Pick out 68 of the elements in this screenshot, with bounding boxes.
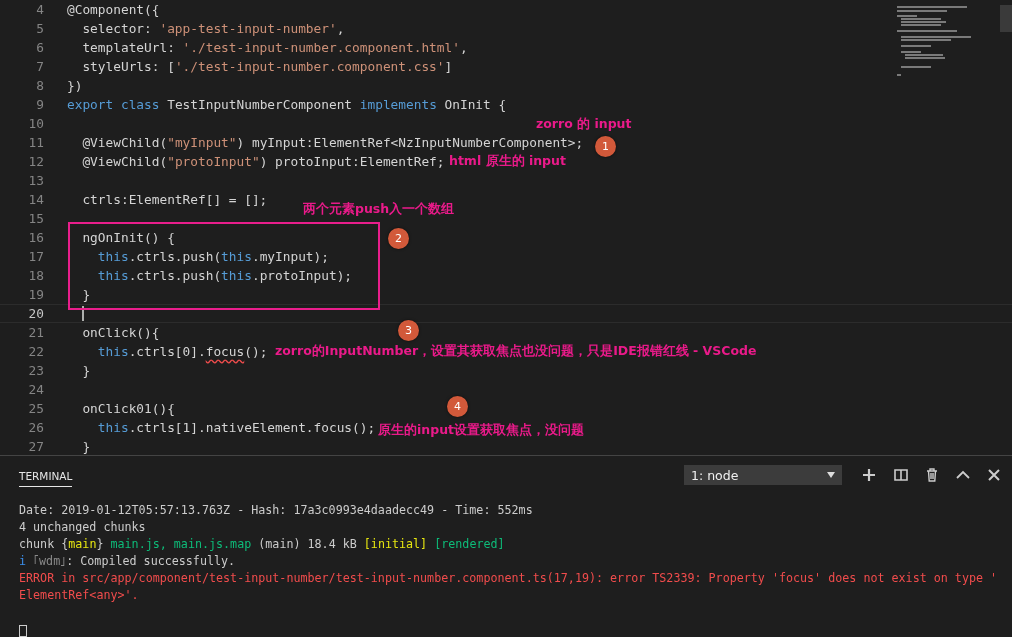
- line-number: 21: [27, 324, 45, 342]
- scrollbar-thumb[interactable]: [1000, 5, 1012, 32]
- line-number: 16: [27, 229, 45, 247]
- line-number: 17: [27, 248, 45, 266]
- line-number: 26: [27, 419, 45, 437]
- line-number: 8: [35, 77, 45, 95]
- text-cursor: [82, 306, 84, 321]
- line-number: 12: [27, 153, 45, 171]
- number-badge: 2: [388, 228, 409, 249]
- code-line: this.ctrls[0].focus();: [96, 343, 268, 361]
- annotation-text: html 原生的 input: [449, 153, 566, 170]
- line-number: 24: [27, 381, 45, 399]
- line-number: 5: [35, 20, 45, 38]
- annotation-text: zorro的InputNumber，设置其获取焦点也没问题，只是IDE报错红线 - VSCode: [275, 343, 757, 360]
- code-line: @Component({: [67, 1, 160, 19]
- line-number: 25: [27, 400, 45, 418]
- terminal-line: chunk {main} main.js, main.js.map (main) 18.4 kB [initial] [rendered]: [19, 537, 505, 551]
- split-icon[interactable]: [894, 469, 908, 481]
- code-line: @ViewChild("protoInput") protoInput:ElementRef;: [81, 153, 445, 171]
- chevron-up-icon[interactable]: [956, 470, 970, 480]
- code-line: }: [81, 286, 91, 304]
- code-line: }): [67, 77, 83, 95]
- close-icon[interactable]: [988, 469, 1000, 481]
- line-number: 14: [27, 191, 45, 209]
- terminal-line: Date: 2019-01-12T05:57:13.763Z - Hash: 17a3c0993e4daadecc49 - Time: 552ms: [19, 503, 533, 517]
- code-line: this.ctrls[1].nativeElement.focus();: [96, 419, 376, 437]
- code-line: ctrls:ElementRef[] = [];: [81, 191, 268, 209]
- line-number: 22: [27, 343, 45, 361]
- terminal-select[interactable]: 1: node: [684, 465, 842, 485]
- line-number: 6: [35, 39, 45, 57]
- terminal-line: ElementRef<any>'.: [19, 588, 139, 602]
- terminal-line: ERROR in src/app/component/test-input-number/test-input-number.component.ts(17,19): error TS2339: Property 'focus' does not exist on type ': [19, 571, 998, 585]
- code-line: }: [81, 362, 91, 380]
- code-line: selector: 'app-test-input-number',: [81, 20, 345, 38]
- line-number: 15: [27, 210, 45, 228]
- add-icon[interactable]: [862, 468, 876, 482]
- annotation-text: 原生的input设置获取焦点，没问题: [378, 422, 584, 439]
- code-line: export class TestInputNumberComponent implements OnInit {: [67, 96, 507, 114]
- line-number: 27: [27, 438, 45, 455]
- line-number: 13: [27, 172, 45, 190]
- line-number: 10: [27, 115, 45, 133]
- line-number: 4: [35, 1, 45, 19]
- line-number: 20: [27, 305, 45, 322]
- code-line: onClick01(){: [81, 400, 175, 418]
- line-number: 7: [35, 58, 45, 76]
- line-number: 11: [27, 134, 45, 152]
- annotation-text: zorro 的 input: [536, 116, 632, 133]
- code-line: ngOnInit() {: [81, 229, 175, 247]
- code-line: @ViewChild("myInput") myInput:ElementRef<NzInputNumberComponent>;: [81, 134, 584, 152]
- code-line: onClick(){: [81, 324, 160, 342]
- code-line: styleUrls: ['./test-input-number.component.css']: [81, 58, 453, 76]
- number-badge: 1: [595, 136, 616, 157]
- terminal-line: i ｢wdm｣: Compiled successfully.: [19, 554, 236, 568]
- code-line: }: [81, 438, 91, 455]
- line-number: 23: [27, 362, 45, 380]
- line-number: 19: [27, 286, 45, 304]
- trash-icon[interactable]: [926, 468, 938, 482]
- line-number: 9: [35, 96, 45, 114]
- code-line: templateUrl: './test-input-number.component.html',: [81, 39, 468, 57]
- terminal-line: 4 unchanged chunks: [19, 520, 146, 534]
- code-line: this.ctrls.push(this.protoInput);: [96, 267, 353, 285]
- number-badge: 4: [447, 396, 468, 417]
- code-line: this.ctrls.push(this.myInput);: [96, 248, 329, 266]
- terminal-tab[interactable]: TERMINAL: [19, 463, 73, 487]
- terminal-cursor: [19, 625, 27, 637]
- line-number: 18: [27, 267, 45, 285]
- number-badge: 3: [398, 320, 419, 341]
- annotation-text: 两个元素push入一个数组: [303, 201, 455, 218]
